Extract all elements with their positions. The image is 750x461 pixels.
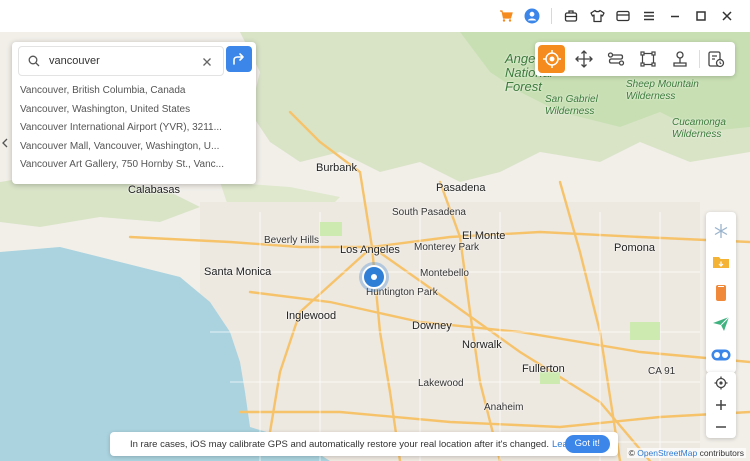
- two-spot-mode-button[interactable]: [602, 45, 629, 73]
- search-icon: [27, 54, 41, 68]
- device-button[interactable]: [708, 277, 734, 308]
- attribution-suffix: contributors: [697, 448, 744, 458]
- history-icon: [708, 51, 725, 68]
- place-label: Downey: [412, 320, 452, 332]
- mode-toolbar: [535, 42, 735, 76]
- close-icon[interactable]: [716, 5, 738, 27]
- zoom-in-button[interactable]: [708, 394, 734, 416]
- import-gpx-button[interactable]: [708, 246, 734, 277]
- app-window: Angele National Forest Sheep Mountain Wi…: [0, 0, 750, 461]
- place-label: Pomona: [614, 242, 655, 254]
- zoom-out-icon: [716, 426, 726, 428]
- notice-text: In rare cases, iOS may calibrate GPS and…: [130, 438, 549, 450]
- place-label: Montebello: [420, 268, 469, 279]
- folder-icon: [713, 256, 729, 268]
- place-label: Cucamonga Wilderness: [672, 117, 726, 140]
- search-panel: Vancouver, British Columbia, Canada Vanc…: [12, 42, 256, 184]
- titlebar-divider: [551, 8, 552, 24]
- tshirt-icon[interactable]: [586, 5, 608, 27]
- mail-icon[interactable]: [612, 5, 634, 27]
- redirect-arrow-icon: [233, 53, 244, 65]
- place-label: Norwalk: [462, 339, 502, 351]
- attribution-prefix: ©: [628, 448, 638, 458]
- place-label: San Gabriel Wilderness: [545, 94, 598, 117]
- clear-icon[interactable]: [201, 55, 213, 67]
- freeze-button[interactable]: [708, 215, 734, 246]
- crosshair-icon: [542, 50, 561, 68]
- polygon-route-icon: [640, 51, 656, 67]
- send-button[interactable]: [708, 308, 734, 339]
- place-label: El Monte: [462, 230, 506, 242]
- title-bar: [0, 0, 750, 32]
- search-result-item[interactable]: Vancouver, Washington, United States: [12, 101, 256, 120]
- search-result-item[interactable]: Vancouver International Airport (YVR), 3…: [12, 119, 256, 138]
- notice-banner: In rare cases, iOS may calibrate GPS and…: [110, 432, 618, 456]
- place-label: Anaheim: [484, 402, 524, 413]
- place-label: CA 91: [648, 366, 676, 377]
- place-label: Sheep Mountain Wilderness: [626, 79, 699, 102]
- locate-icon: [714, 376, 728, 390]
- place-label: Calabasas: [128, 184, 180, 196]
- toggle-icon: [711, 349, 731, 360]
- zoom-tools-panel: [706, 372, 736, 438]
- place-label: South Pasadena: [392, 207, 466, 218]
- place-label: Fullerton: [522, 363, 565, 375]
- place-label: Inglewood: [286, 310, 337, 322]
- joystick-mode-button[interactable]: [667, 45, 694, 73]
- map-attribution: © OpenStreetMap contributors: [626, 448, 746, 458]
- place-label: Santa Monica: [204, 266, 272, 278]
- toolbar-divider: [698, 50, 700, 68]
- maximize-icon[interactable]: [690, 5, 712, 27]
- place-label: Los Angeles: [340, 244, 400, 256]
- move-arrows-icon: [574, 50, 593, 68]
- place-label: Beverly Hills: [264, 235, 320, 246]
- osm-link[interactable]: OpenStreetMap: [637, 448, 697, 458]
- send-icon: [713, 316, 730, 331]
- got-it-button[interactable]: Got it!: [564, 435, 610, 453]
- toolbox-icon[interactable]: [560, 5, 582, 27]
- minimize-icon[interactable]: [664, 5, 686, 27]
- phone-icon: [716, 284, 726, 301]
- place-label: Pasadena: [436, 182, 486, 194]
- panel-collapse-arrow[interactable]: [0, 134, 9, 152]
- locate-button[interactable]: [708, 372, 734, 394]
- jump-teleport-mode-button[interactable]: [570, 45, 597, 73]
- route-icon: [607, 52, 625, 66]
- toggle-button[interactable]: [708, 339, 734, 370]
- place-label: Lakewood: [418, 378, 464, 389]
- snowflake-icon: [714, 223, 728, 238]
- search-box: [18, 46, 224, 76]
- multi-spot-mode-button[interactable]: [635, 45, 662, 73]
- history-button[interactable]: [703, 45, 730, 73]
- search-go-button[interactable]: [226, 46, 252, 72]
- user-icon[interactable]: [521, 5, 543, 27]
- cart-icon[interactable]: [495, 5, 517, 27]
- location-pin[interactable]: [362, 265, 386, 289]
- chevron-left-icon: [1, 138, 7, 148]
- search-result-item[interactable]: Vancouver Mall, Vancouver, Washington, U…: [12, 138, 256, 157]
- search-result-item[interactable]: Vancouver, British Columbia, Canada: [12, 82, 256, 101]
- side-tools-panel: [706, 212, 736, 373]
- search-result-item[interactable]: Vancouver Art Gallery, 750 Hornby St., V…: [12, 156, 256, 175]
- place-label: Burbank: [316, 162, 357, 174]
- teleport-mode-button[interactable]: [538, 45, 566, 73]
- place-label: Monterey Park: [414, 242, 480, 253]
- search-results-list: Vancouver, British Columbia, Canada Vanc…: [12, 82, 256, 175]
- zoom-in-icon: [716, 400, 726, 410]
- search-input[interactable]: [49, 55, 199, 67]
- menu-icon[interactable]: [638, 5, 660, 27]
- joystick-icon: [673, 51, 687, 67]
- zoom-out-button[interactable]: [708, 416, 734, 438]
